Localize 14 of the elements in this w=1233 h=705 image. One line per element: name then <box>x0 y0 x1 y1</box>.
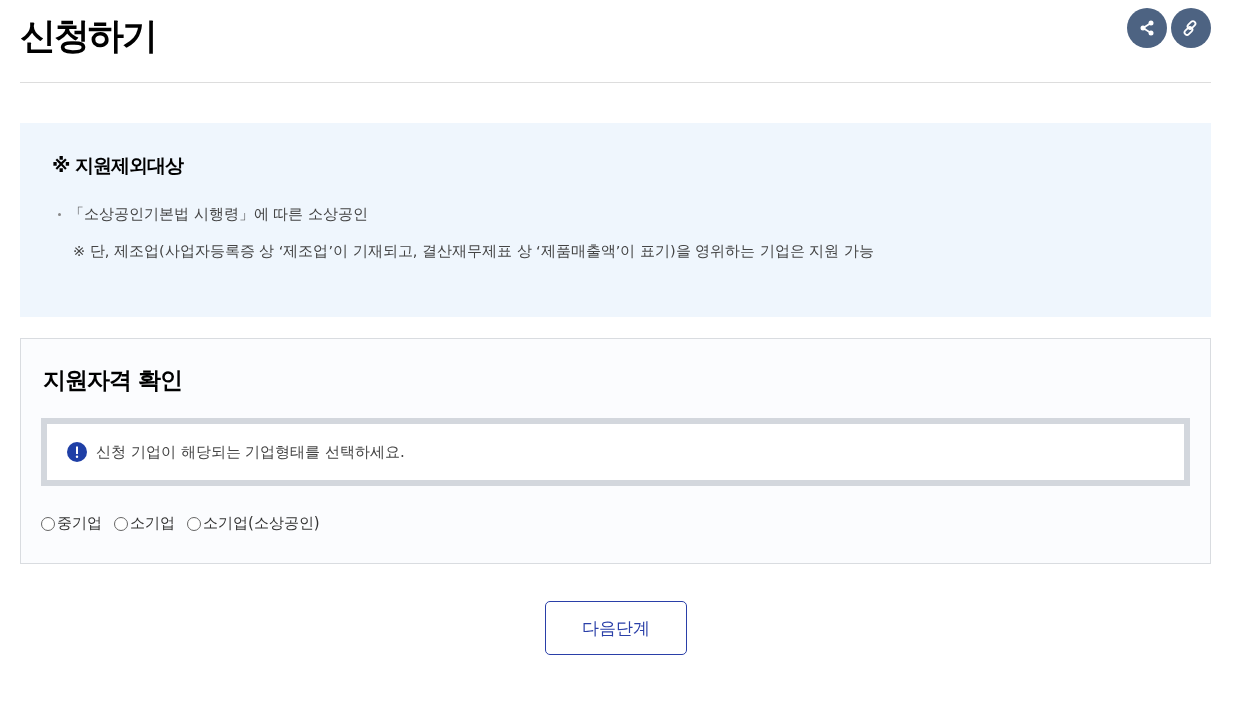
link-icon[interactable] <box>1171 8 1211 48</box>
bullet-icon <box>58 213 61 216</box>
exclamation-icon <box>67 442 87 462</box>
section-heading: ※ 지원제외대상 <box>52 153 185 178</box>
notice-text: 신청 기업이 해당되는 기업형태를 선택하세요. <box>96 442 405 462</box>
share-icon[interactable] <box>1127 8 1167 48</box>
section-heading: 지원자격 확인 <box>43 366 183 395</box>
page-title: 신청하기 <box>20 14 156 58</box>
note-text: ※ 단, 제조업(사업자등록증 상 ‘제조업’이 기재되고, 결산재무제표 상 ‘제품매출액’이 표기)을 영위하는 기업은 지원 가능 <box>72 242 876 261</box>
next-button[interactable]: 다음단계 <box>544 601 687 655</box>
radio-option[interactable]: 중기업 <box>41 514 102 533</box>
radio-option[interactable]: 소기업 <box>114 514 175 533</box>
list-item: 「소상공인기본법 시행령」에 따른 소상공인 <box>69 205 368 224</box>
radio-option[interactable]: 소기업(소상공인) <box>187 514 320 533</box>
